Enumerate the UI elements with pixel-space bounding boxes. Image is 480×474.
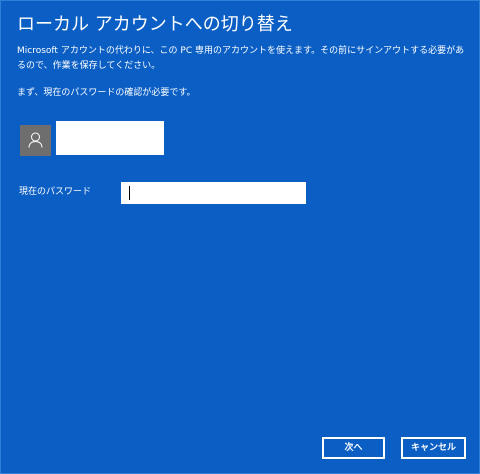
user-avatar	[20, 125, 51, 156]
user-name-box	[56, 121, 164, 155]
text-caret	[129, 186, 130, 200]
verify-instruction: まず、現在のパスワードの確認が必要です。	[17, 88, 196, 98]
password-label: 現在のパスワード	[19, 187, 92, 197]
next-button[interactable]: 次へ	[322, 437, 385, 459]
dialog-title: ローカル アカウントへの切り替え	[17, 14, 293, 35]
dialog-description: Microsoft アカウントの代わりに、この PC 専用のアカウントを使えます…	[17, 46, 465, 71]
switch-local-account-dialog: ローカル アカウントへの切り替え Microsoft アカウントの代わりに、この…	[0, 0, 480, 474]
cancel-button[interactable]: キャンセル	[401, 437, 466, 459]
user-icon	[28, 132, 43, 148]
current-password-input[interactable]	[121, 182, 306, 204]
